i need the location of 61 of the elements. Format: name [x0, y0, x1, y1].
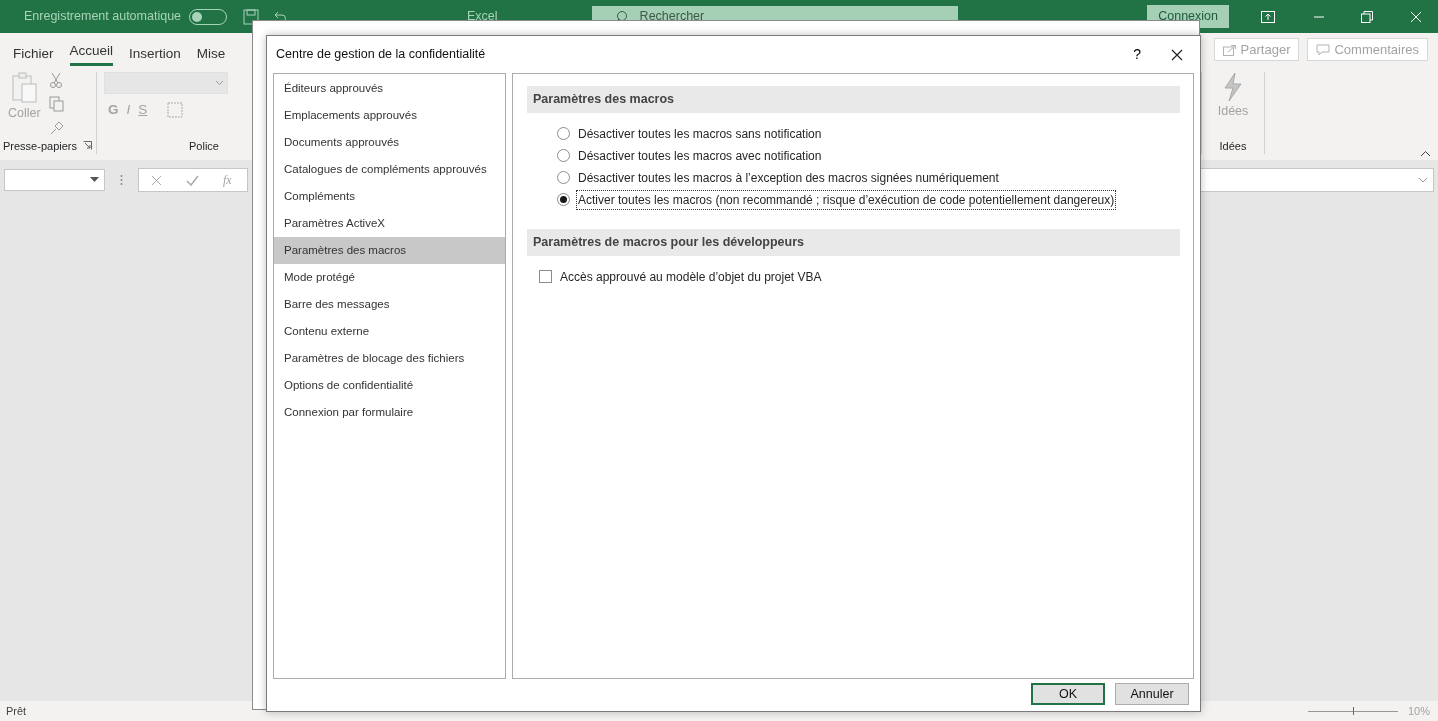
category-item[interactable]: Contenu externe — [274, 318, 505, 345]
category-item[interactable]: Paramètres des macros — [274, 237, 505, 264]
window-title: Excel — [467, 8, 498, 26]
autosave-label: Enregistrement automatique — [24, 8, 182, 26]
radio-button[interactable] — [557, 149, 570, 163]
group-label: Police — [188, 138, 220, 154]
close-icon[interactable] — [1171, 48, 1183, 61]
radio-button[interactable] — [557, 127, 570, 141]
comment-icon — [1316, 43, 1331, 56]
category-item[interactable]: Compléments — [274, 183, 505, 210]
category-item[interactable]: Barre des messages — [274, 291, 505, 318]
group-label: Idées — [1219, 138, 1247, 154]
expand-icon — [1418, 177, 1428, 183]
zoom-level: 10% — [1407, 703, 1430, 719]
cancel-icon[interactable] — [151, 174, 162, 186]
category-item[interactable]: Éditeurs approuvés — [274, 75, 505, 102]
dialog-button[interactable]: Annuler — [1115, 683, 1189, 705]
collapse-ribbon-icon[interactable] — [1420, 150, 1431, 157]
ribbon-tab[interactable]: Accueil — [69, 36, 114, 66]
group-label: Presse-papiers — [3, 138, 77, 154]
category-item[interactable]: Mode protégé — [274, 264, 505, 291]
copy-icon[interactable] — [48, 96, 65, 112]
category-item[interactable]: Connexion par formulaire — [274, 399, 505, 426]
category-item[interactable]: Paramètres ActiveX — [274, 210, 505, 237]
radio-label[interactable]: Désactiver toutes les macros sans notification — [576, 123, 824, 144]
save-icon[interactable] — [243, 8, 260, 25]
formula-field[interactable] — [1198, 168, 1434, 192]
caret-icon — [90, 177, 99, 183]
lightning-icon — [1221, 72, 1245, 102]
more-icon — [120, 174, 123, 186]
checkbox-label[interactable]: Accès approuvé au modèle d’objet du projet VBA — [558, 266, 824, 287]
dialog-button[interactable]: OK — [1031, 683, 1105, 705]
status-text: Prêt — [6, 703, 27, 719]
checkbox[interactable] — [539, 270, 552, 283]
ribbon-tab[interactable]: Insertion — [129, 39, 181, 66]
radio-label[interactable]: Activer toutes les macros (non recommandé ; risque d’exécution de code potentiellement dangereux) — [576, 189, 1117, 210]
name-box[interactable] — [4, 169, 105, 191]
section-heading: Paramètres de macros pour les développeurs — [527, 228, 1180, 256]
scissors-icon[interactable] — [48, 72, 63, 88]
category-item[interactable]: Options de confidentialité — [274, 372, 505, 399]
restore-icon[interactable] — [1361, 10, 1373, 23]
zoom-slider[interactable] — [1307, 706, 1398, 716]
dialog-launcher-icon[interactable] — [83, 141, 92, 151]
ribbon-tab[interactable]: Mise — [196, 39, 226, 66]
category-item[interactable]: Emplacements approuvés — [274, 102, 505, 129]
radio-button[interactable] — [557, 171, 570, 185]
radio-label[interactable]: Désactiver toutes les macros avec notification — [576, 145, 824, 166]
category-item[interactable]: Documents approuvés — [274, 129, 505, 156]
radio-label[interactable]: Désactiver toutes les macros à l’exception des macros signées numériquement — [576, 167, 1001, 188]
brush-icon[interactable] — [48, 120, 65, 136]
category-item[interactable]: Paramètres de blocage des fichiers — [274, 345, 505, 372]
radio-button[interactable] — [557, 193, 570, 207]
caret-icon — [215, 80, 224, 86]
help-button[interactable]: ? — [1127, 43, 1147, 66]
ribbon-display-icon[interactable] — [1261, 10, 1275, 23]
section-heading: Paramètres des macros — [527, 86, 1180, 113]
share-icon — [1222, 43, 1237, 56]
dialog-title: Centre de gestion de la confidentialité — [276, 46, 486, 64]
ribbon-tab[interactable]: Fichier — [13, 39, 54, 66]
check-icon[interactable] — [186, 174, 199, 186]
category-item[interactable]: Catalogues de compléments approuvés — [274, 156, 505, 183]
